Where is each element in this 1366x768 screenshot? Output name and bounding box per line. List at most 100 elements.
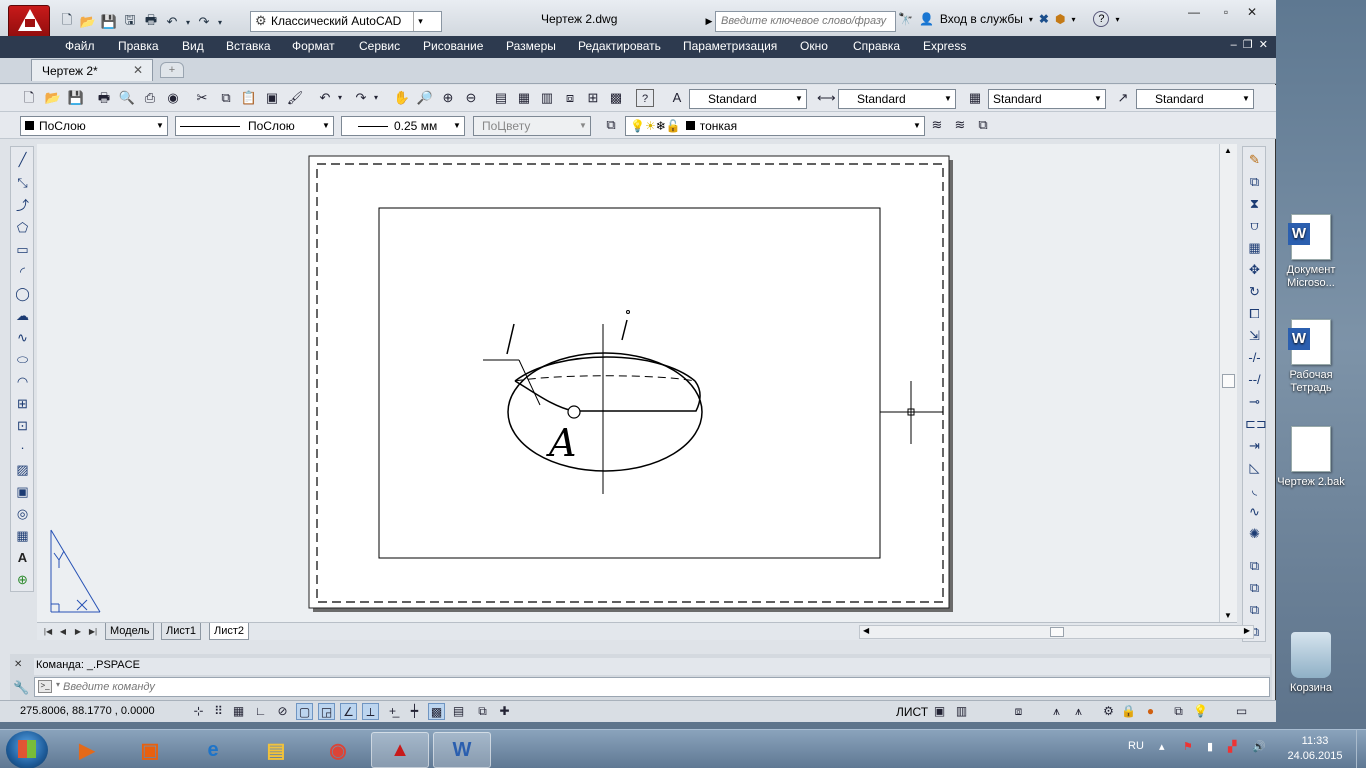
menu-help[interactable]: Справка [853,39,900,53]
chamfer-icon[interactable]: ◺ [1245,459,1264,477]
clean-screen-icon[interactable]: ▭ [1233,703,1250,720]
object-snap-icon[interactable]: ▢ [296,703,313,720]
make-block-icon[interactable]: ⊡ [13,417,32,435]
properties-icon[interactable]: ▤ [492,89,510,107]
dynamic-ucs-icon[interactable]: ⟂ [362,703,379,720]
binoculars-icon[interactable]: 🔭 [898,12,913,26]
application-menu-button[interactable] [8,5,50,39]
dim-style-icon[interactable]: ⟷ [817,89,836,107]
rectangle-icon[interactable]: ▭ [13,241,32,259]
calculator-icon[interactable]: ▩ [607,89,625,107]
quick-properties-icon[interactable]: ▤ [450,703,467,720]
text-style-select[interactable]: Standard ▼ [689,89,807,109]
match-properties-icon[interactable]: 🖌 [286,89,304,107]
desktop-icon-workbook[interactable]: W Рабочая Тетрадь [1276,319,1346,395]
menu-express[interactable]: Express [923,39,966,53]
search-expand-icon[interactable]: ▶ [703,11,715,32]
markup-icon[interactable]: ⊞ [584,89,602,107]
apps-icon[interactable]: ⬢ [1055,12,1065,26]
make-current-layer-icon[interactable]: ≋ [928,116,946,134]
menu-parametric[interactable]: Параметризация [683,39,777,53]
undo-icon[interactable]: ↶ [316,89,334,107]
publish-icon[interactable]: ⎙ [141,89,159,107]
signin-link[interactable]: Вход в службы [940,12,1023,26]
lock-icon[interactable]: 🔓 [666,119,681,133]
polyline-icon[interactable]: ⤴ [13,197,32,215]
taskbar-internet-explorer[interactable]: e [184,732,242,768]
scroll-left-icon[interactable]: ◀ [863,626,869,635]
open-icon[interactable]: 📂 [79,13,97,31]
quick-view-drawings-icon[interactable]: ▥ [953,703,970,720]
menu-view[interactable]: Вид [182,39,204,53]
zoom-previous-icon[interactable]: ⊖ [462,89,480,107]
move-icon[interactable]: ✥ [1245,261,1264,279]
show-desktop-button[interactable] [1356,730,1366,768]
linetype-select[interactable]: ПоСлою ▼ [175,116,334,136]
fillet-icon[interactable]: ◟ [1245,481,1264,499]
blend-curves-icon[interactable]: ∿ [1245,503,1264,521]
lineweight-toggle-icon[interactable]: ┿ [406,703,423,720]
sun-icon[interactable]: ☀ [645,119,656,133]
wrench-icon[interactable]: 🔧 [13,680,29,696]
desktop-icon-word-doc[interactable]: W Документ Microso... [1276,214,1346,290]
chevron-down-icon[interactable]: ▾ [1029,15,1033,24]
layer-states-icon[interactable]: ⧉ [974,116,992,134]
insert-block-icon[interactable]: ⊞ [13,395,32,413]
transparency-icon[interactable]: ▩ [428,703,445,720]
next-layout-icon[interactable]: ▶ [72,625,84,638]
table-style-select[interactable]: Standard ▼ [988,89,1106,109]
grid-display-icon[interactable]: ▦ [230,703,247,720]
last-layout-icon[interactable]: ▶| [87,625,99,638]
region-icon[interactable]: ◎ [13,505,32,523]
add-selected-icon[interactable]: ⊕ [13,571,32,589]
scroll-down-icon[interactable]: ▼ [1224,611,1232,620]
vertical-scrollbar[interactable]: ▲ ▼ [1219,144,1237,622]
hardware-acceleration-icon[interactable]: ● [1142,703,1159,720]
workspace-switch-icon[interactable]: ⚙ [1100,703,1117,720]
color-select[interactable]: ПоСлою ▼ [20,116,168,136]
chevron-down-icon[interactable]: ▾ [184,13,192,31]
desktop-icon-recycle-bin[interactable]: Корзина [1276,632,1346,695]
new-tab-button[interactable]: + [160,62,184,78]
hatch-icon[interactable]: ▨ [13,461,32,479]
dynamic-input-icon[interactable]: +̲ [384,703,401,720]
cut-icon[interactable]: ✂ [193,89,211,107]
ortho-mode-icon[interactable]: ∟ [252,703,269,720]
print-icon[interactable]: 🖶 [95,89,113,107]
revcloud-icon[interactable]: ☁ [13,307,32,325]
menu-tools[interactable]: Сервис [359,39,400,53]
taskbar-word[interactable]: W [433,732,491,768]
layer-previous-icon[interactable]: ≋ [951,116,969,134]
ellipse-icon[interactable]: ⬭ [13,351,32,369]
tray-arrow-icon[interactable]: ▴ [1159,740,1165,753]
tab-layout2[interactable]: Лист2 [209,623,250,640]
isolate-objects-icon[interactable]: ⧉ [1170,703,1187,720]
mtext-icon[interactable]: A [13,549,32,567]
search-input[interactable]: Введите ключевое слово/фразу [715,11,896,32]
first-layout-icon[interactable]: |◀ [42,625,54,638]
redo-icon[interactable]: ↷ [352,89,370,107]
chevron-down-icon[interactable]: ▾ [372,89,380,107]
table-icon[interactable]: ▦ [13,527,32,545]
line-icon[interactable]: ╱ [13,151,32,169]
menu-window[interactable]: Окно [800,39,828,53]
polygon-icon[interactable]: ⬠ [13,219,32,237]
help-icon[interactable]: ? [636,89,654,107]
horizontal-scroll-thumb[interactable] [1050,627,1064,637]
table-style-icon[interactable]: ▦ [966,89,984,107]
polar-tracking-icon[interactable]: ⊘ [274,703,291,720]
file-tab-drawing2[interactable]: Чертеж 2* ✕ [31,59,153,81]
break-icon[interactable]: ⊏⊐ [1245,415,1267,433]
lineweight-select[interactable]: 0.25 мм ▼ [341,116,465,136]
paste-block-icon[interactable]: ▣ [263,89,281,107]
explode-icon[interactable]: ✺ [1245,525,1264,543]
circle-icon[interactable]: ◯ [13,285,32,303]
scale-icon[interactable]: ⧠ [1245,305,1264,323]
3d-object-snap-icon[interactable]: ◲ [318,703,335,720]
offset-icon[interactable]: ⩌ [1245,217,1264,235]
taskbar-office-app[interactable]: ▣ [121,732,179,768]
document-window-controls[interactable]: ‒ ❐ ✕ [1231,38,1268,51]
arc-icon[interactable]: ◜ [13,263,32,281]
break-at-point-icon[interactable]: ⊸ [1245,393,1264,411]
mleader-style-icon[interactable]: ↗ [1114,89,1132,107]
